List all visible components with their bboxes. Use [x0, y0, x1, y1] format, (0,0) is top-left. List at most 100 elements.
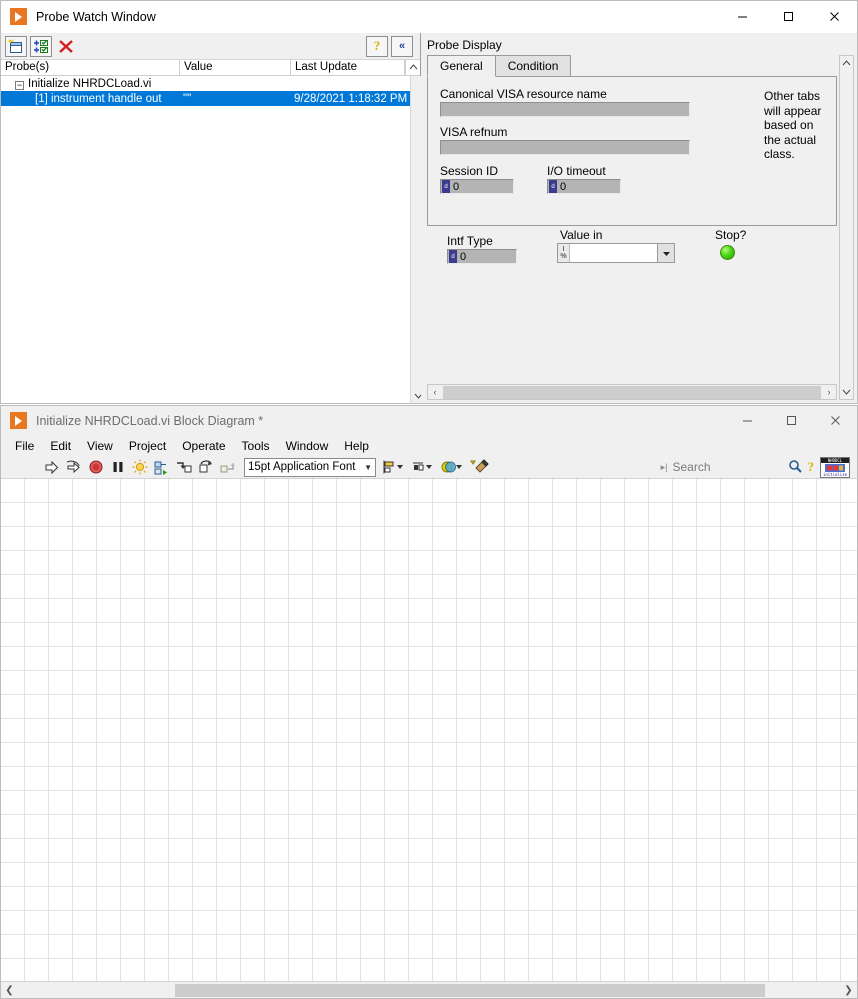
search-divider-icon: ▸| [660, 461, 668, 472]
collapse-icon[interactable]: « [391, 35, 413, 57]
block-diagram-menubar: File Edit View Project Operate Tools Win… [1, 436, 857, 456]
probe-window-titlebar[interactable]: Probe Watch Window [1, 1, 857, 33]
search-area: ▸| Search ? NHRDCL initialize [660, 456, 857, 478]
io-glyph-icon: I% [558, 244, 570, 262]
diagram-wires [1, 479, 857, 981]
font-selector-value: 15pt Application Font [248, 461, 356, 473]
column-header-last-update[interactable]: Last Update [291, 60, 405, 75]
minimize-icon[interactable] [719, 1, 765, 33]
block-diagram-toolbar: 15pt Application Font ▼ ▸| Search ? NHRD… [1, 456, 857, 479]
help-icon[interactable]: ? [808, 459, 815, 475]
probe-display-lower: Intf Type d 0 Value in I% Stop? [427, 226, 837, 382]
chevron-down-icon[interactable] [657, 244, 674, 262]
scroll-right-arrow[interactable]: › [822, 387, 836, 397]
retain-wire-values-icon[interactable] [151, 457, 172, 477]
block-diagram-window-controls [725, 405, 857, 437]
probe-display-tabs: General Condition [427, 55, 837, 77]
clean-up-diagram-icon[interactable] [468, 457, 492, 477]
tab-condition[interactable]: Condition [494, 55, 572, 77]
add-probe-icon[interactable] [30, 35, 52, 57]
hscroll-thumb[interactable] [175, 983, 765, 997]
probe-name-cell: − Initialize NHRDCLoad.vi [1, 78, 180, 90]
search-input[interactable]: Search [668, 460, 786, 474]
distribute-objects-icon[interactable] [410, 457, 438, 477]
highlight-execution-icon[interactable] [129, 457, 150, 477]
probe-table-header: Probe(s) Value Last Update [1, 60, 420, 76]
block-diagram-titlebar[interactable]: Initialize NHRDCLoad.vi Block Diagram * [1, 406, 857, 436]
session-id-field[interactable]: d 0 [440, 179, 514, 194]
reorder-icon[interactable] [439, 457, 467, 477]
canonical-visa-field[interactable] [440, 102, 690, 117]
table-row[interactable]: [1] instrument handle out "" 9/28/2021 1… [1, 91, 411, 106]
menu-edit[interactable]: Edit [42, 439, 79, 453]
menu-file[interactable]: File [7, 439, 42, 453]
step-into-icon[interactable] [173, 457, 194, 477]
stop-label: Stop? [715, 228, 747, 242]
intf-type-label: Intf Type [447, 234, 493, 248]
labview-run-icon [10, 412, 27, 429]
probe-watch-window: Probe Watch Window ? « Probe(s) Value La… [0, 0, 858, 404]
canvas-vscroll-region[interactable] [842, 479, 857, 981]
svg-text:NHRDCL: NHRDCL [828, 458, 843, 463]
probe-display-label: Probe Display [427, 38, 502, 52]
hscroll-thumb[interactable] [443, 385, 821, 399]
scroll-right-arrow[interactable]: ❯ [840, 985, 857, 996]
probe-display-hscrollbar[interactable]: ‹ › [427, 384, 837, 400]
new-probe-icon[interactable] [5, 35, 27, 57]
stop-led-indicator[interactable] [720, 245, 735, 260]
delete-probe-icon[interactable] [55, 36, 77, 57]
tree-collapse-icon[interactable]: − [15, 80, 24, 90]
close-icon[interactable] [811, 1, 857, 33]
scroll-down-arrow[interactable] [840, 384, 853, 399]
abort-execution-icon[interactable] [85, 457, 106, 477]
block-diagram-hscrollbar[interactable]: ❮ ❯ [1, 981, 857, 998]
value-in-label: Value in [560, 228, 603, 242]
visa-refnum-field[interactable] [440, 140, 690, 155]
maximize-icon[interactable] [765, 1, 811, 33]
font-selector[interactable]: 15pt Application Font ▼ [244, 457, 376, 477]
probe-window-title: Probe Watch Window [36, 9, 156, 24]
run-continuously-icon[interactable] [63, 457, 84, 477]
help-icon[interactable]: ? [366, 35, 388, 57]
magnifier-icon[interactable] [788, 459, 802, 476]
step-over-icon[interactable] [195, 457, 216, 477]
menu-help[interactable]: Help [336, 439, 377, 453]
block-diagram-window: Initialize NHRDCLoad.vi Block Diagram * … [0, 405, 858, 999]
step-out-icon[interactable] [217, 457, 238, 477]
probe-window-controls [719, 1, 857, 33]
value-in-combobox[interactable]: I% [557, 243, 675, 263]
block-diagram-title: Initialize NHRDCLoad.vi Block Diagram * [36, 413, 264, 428]
block-diagram-canvas[interactable]: This VI DOES NOT WORK! In fact there is … [1, 479, 857, 981]
intf-type-field[interactable]: d 0 [447, 249, 517, 264]
session-id-value: 0 [453, 180, 460, 193]
nhrdcload-vi-icon[interactable]: NHRDCL initialize [820, 456, 850, 478]
menu-view[interactable]: View [79, 439, 121, 453]
menu-window[interactable]: Window [278, 439, 337, 453]
probe-display-vscrollbar[interactable] [839, 55, 854, 400]
probe-vi-name: Initialize NHRDCLoad.vi [28, 77, 152, 90]
align-objects-icon[interactable] [381, 457, 409, 477]
pause-icon[interactable] [107, 457, 128, 477]
menu-project[interactable]: Project [121, 439, 174, 453]
probe-display-content: General Condition Canonical VISA resourc… [427, 55, 837, 400]
probe-list-pane: ? « Probe(s) Value Last Update − Initial… [1, 33, 426, 403]
column-header-value[interactable]: Value [180, 60, 291, 75]
table-row[interactable]: − Initialize NHRDCLoad.vi [1, 76, 410, 91]
close-icon[interactable] [813, 405, 857, 437]
probe-name-cell: [1] instrument handle out [35, 92, 162, 105]
maximize-icon[interactable] [769, 405, 813, 437]
io-timeout-field[interactable]: d 0 [547, 179, 621, 194]
minimize-icon[interactable] [725, 405, 769, 437]
run-arrow-icon[interactable] [41, 457, 62, 477]
scroll-left-arrow[interactable]: ❮ [1, 985, 18, 996]
menu-tools[interactable]: Tools [234, 439, 278, 453]
session-timeout-row: Session ID d 0 I/O timeout d 0 [440, 164, 690, 194]
scroll-left-arrow[interactable]: ‹ [428, 387, 442, 397]
scroll-up-arrow[interactable] [840, 56, 853, 71]
hscroll-track[interactable] [18, 983, 840, 998]
tab-general[interactable]: General [427, 55, 496, 77]
scroll-up-arrow[interactable] [405, 60, 420, 75]
svg-text:initialize: initialize [823, 472, 848, 477]
column-header-probes[interactable]: Probe(s) [1, 60, 180, 75]
menu-operate[interactable]: Operate [174, 439, 233, 453]
